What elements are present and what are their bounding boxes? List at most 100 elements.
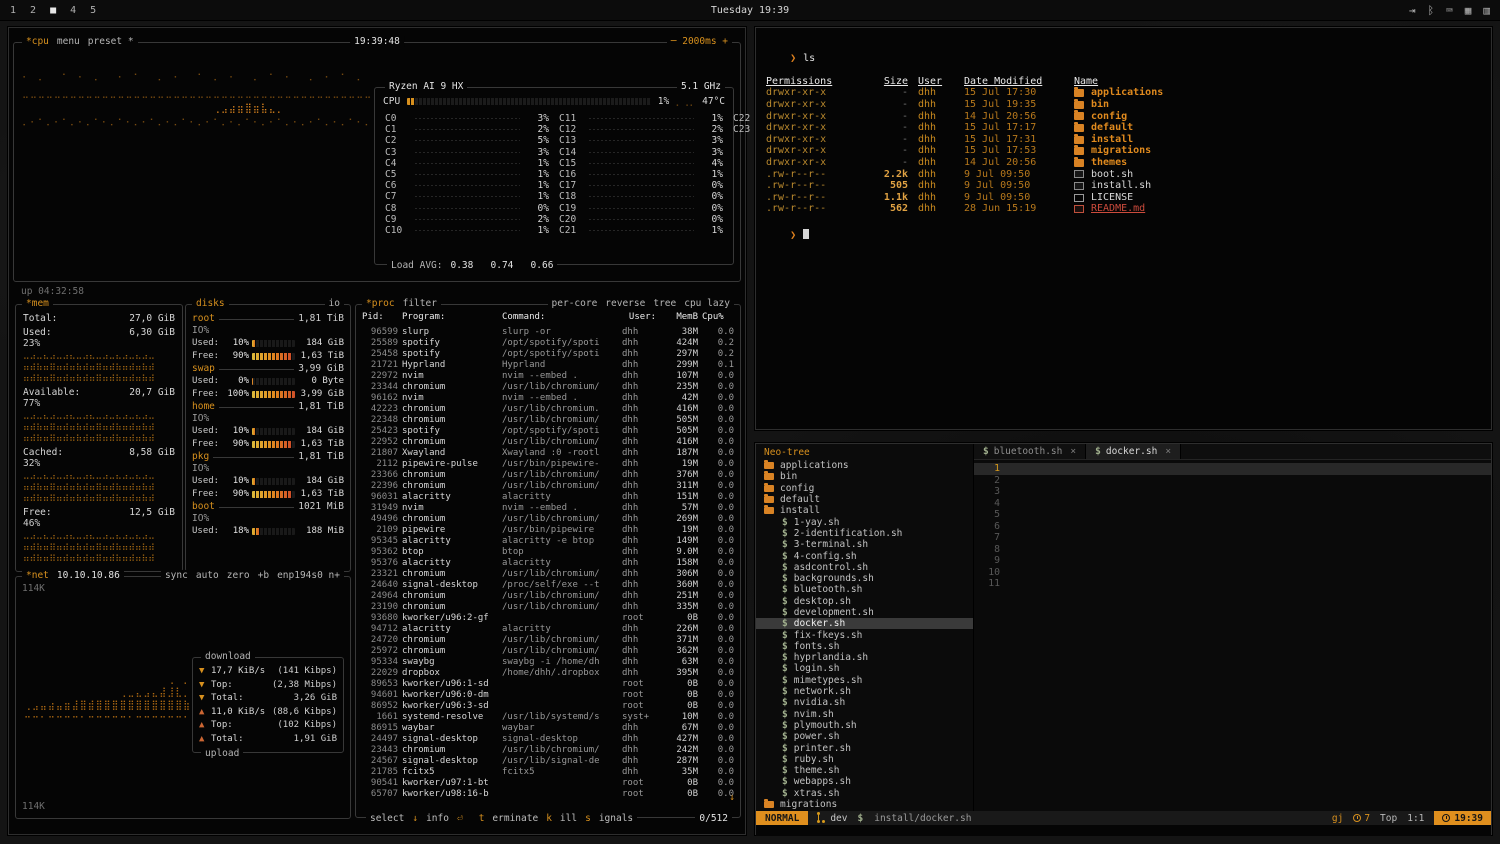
neotree-item[interactable]: $ 1-yay.sh <box>756 516 973 527</box>
window-icon[interactable]: ▥ <box>1483 4 1490 17</box>
process-row[interactable]: 2112 pipewire-pulse /usr/bin/pipewire- d… <box>362 459 734 470</box>
process-row[interactable]: 95334 swaybg swaybg -i /home/dh dhh 63M … <box>362 657 734 668</box>
grid-icon[interactable]: ▦ <box>1465 4 1472 17</box>
preset-button[interactable]: preset * <box>88 36 134 47</box>
neotree-item[interactable]: $ desktop.sh <box>756 596 973 607</box>
process-row[interactable]: 25589 spotify /opt/spotify/spoti dhh 424… <box>362 338 734 349</box>
process-row[interactable]: 23321 chromium /usr/lib/chromium/ dhh 30… <box>362 569 734 580</box>
neotree-item[interactable]: $ hyprlandia.sh <box>756 652 973 663</box>
net-option-toggle[interactable]: sync <box>165 570 188 581</box>
process-column-header[interactable]: Cpu% <box>702 312 734 322</box>
neotree-item[interactable]: $ backgrounds.sh <box>756 573 973 584</box>
process-row[interactable]: 22029 dropbox /home/dhh/.dropbox dhh 395… <box>362 668 734 679</box>
workspace-indicator[interactable]: 5 <box>90 5 96 16</box>
net-toggle[interactable]: *net <box>26 570 49 581</box>
process-row[interactable]: 96599 slurp slurp -or dhh 38M 0.0 <box>362 327 734 338</box>
process-row[interactable]: 21807 Xwayland Xwayland :0 -rootl dhh 18… <box>362 448 734 459</box>
neotree-item[interactable]: $ login.sh <box>756 663 973 674</box>
process-column-header[interactable]: Pid: <box>362 312 398 322</box>
process-column-header[interactable]: MemB <box>660 312 698 322</box>
neotree-item[interactable]: $ mimetypes.sh <box>756 675 973 686</box>
workspace-indicator[interactable]: 1 <box>10 5 16 16</box>
neotree-panel[interactable]: Neo-tree $ applications $ bin $ <box>756 444 974 811</box>
process-table[interactable]: 96599 slurp slurp -or dhh 38M 0.0 25589 … <box>362 327 734 803</box>
process-row[interactable]: 95362 btop btop dhh 9.0M 0.0 <box>362 547 734 558</box>
filter-button[interactable]: filter <box>403 298 437 309</box>
process-action-key[interactable]: ⏎ <box>457 813 463 824</box>
keyboard-icon[interactable]: ⌨ <box>1446 4 1453 17</box>
scroll-down-icon[interactable]: ↓ <box>729 792 735 803</box>
menu-button[interactable]: menu <box>57 36 80 47</box>
neotree-item[interactable]: $ applications <box>756 460 973 471</box>
process-action-key[interactable]: s <box>585 813 591 824</box>
neotree-item[interactable]: $ migrations <box>756 799 973 810</box>
mem-toggle[interactable]: *mem <box>26 298 49 309</box>
process-row[interactable]: 23443 chromium /usr/lib/chromium/ dhh 24… <box>362 745 734 756</box>
workspace-indicator[interactable]: 2 <box>30 5 36 16</box>
process-row[interactable]: 24640 signal-desktop /proc/self/exe --t … <box>362 580 734 591</box>
net-option-toggle[interactable]: auto <box>196 570 219 581</box>
process-row[interactable]: 96162 nvim nvim --embed . dhh 42M 0.0 <box>362 393 734 404</box>
buffer-tab[interactable]: $ bluetooth.sh × <box>974 444 1086 459</box>
neotree-item[interactable]: $ bin <box>756 471 973 482</box>
process-action-key[interactable]: erminate <box>492 813 538 824</box>
neotree-item[interactable]: $ bluetooth.sh <box>756 584 973 595</box>
neotree-item[interactable]: $ 4-config.sh <box>756 550 973 561</box>
neotree-item[interactable]: $ config <box>756 483 973 494</box>
process-column-header[interactable]: Program: <box>402 312 498 322</box>
proc-option-toggle[interactable]: tree <box>653 298 676 309</box>
process-row[interactable]: 95376 alacritty alacritty dhh 158M 0.0 <box>362 558 734 569</box>
neotree-item[interactable]: $ webapps.sh <box>756 776 973 787</box>
neotree-item[interactable]: $ ruby.sh <box>756 754 973 765</box>
process-row[interactable]: 31949 nvim nvim --embed . dhh 57M 0.0 <box>362 503 734 514</box>
process-row[interactable]: 24964 chromium /usr/lib/chromium/ dhh 25… <box>362 591 734 602</box>
process-row[interactable]: 90541 kworker/u97:1-bt root 0B 0.0 <box>362 778 734 789</box>
net-option-toggle[interactable]: zero <box>227 570 250 581</box>
process-row[interactable]: 25423 spotify /opt/spotify/spoti dhh 505… <box>362 426 734 437</box>
process-column-header[interactable]: Command: <box>502 312 618 322</box>
update-interval[interactable]: ─ 2000ms + <box>671 36 728 47</box>
neotree-item[interactable]: $ fix-fkeys.sh <box>756 629 973 640</box>
io-toggle[interactable]: io <box>329 298 340 309</box>
process-row[interactable]: 25458 spotify /opt/spotify/spoti dhh 297… <box>362 349 734 360</box>
process-row[interactable]: 2109 pipewire /usr/bin/pipewire dhh 19M … <box>362 525 734 536</box>
neotree-item[interactable]: $ xtras.sh <box>756 788 973 799</box>
close-icon[interactable]: × <box>1070 446 1076 457</box>
neotree-item[interactable]: $ docker.sh <box>756 618 973 629</box>
net-option-toggle[interactable]: enp194s0 n+ <box>277 570 340 581</box>
neotree-item[interactable]: $ default <box>756 494 973 505</box>
editor-pane[interactable]: $ bluetooth.sh × $ docker.sh × 1 yay -S <box>974 444 1491 811</box>
process-row[interactable]: 95345 alacritty alacritty -e btop dhh 14… <box>362 536 734 547</box>
neotree-item[interactable]: $ asdcontrol.sh <box>756 562 973 573</box>
process-row[interactable]: 96031 alacritty alacritty dhh 151M 0.0 <box>362 492 734 503</box>
net-option-toggle[interactable]: +b <box>258 570 269 581</box>
workspace-indicator[interactable]: ■ <box>50 5 56 16</box>
terminal-cursor-line[interactable]: ❯ <box>766 217 1481 253</box>
process-column-header[interactable]: User: <box>622 312 656 322</box>
process-action-key[interactable]: select <box>370 813 404 824</box>
neotree-item[interactable]: $ nvidia.sh <box>756 697 973 708</box>
process-row[interactable]: 23344 chromium /usr/lib/chromium/ dhh 23… <box>362 382 734 393</box>
neotree-item[interactable]: $ network.sh <box>756 686 973 697</box>
process-row[interactable]: 22396 chromium /usr/lib/chromium/ dhh 31… <box>362 481 734 492</box>
neotree-item[interactable]: $ power.sh <box>756 731 973 742</box>
process-row[interactable]: 89653 kworker/u96:1-sd root 0B 0.0 <box>362 679 734 690</box>
close-icon[interactable]: × <box>1165 446 1171 457</box>
process-row[interactable]: 24567 signal-desktop /usr/lib/signal-de … <box>362 756 734 767</box>
buffer-tab[interactable]: $ docker.sh × <box>1086 444 1181 459</box>
process-row[interactable]: 22348 chromium /usr/lib/chromium/ dhh 50… <box>362 415 734 426</box>
process-row[interactable]: 21785 fcitx5 fcitx5 dhh 35M 0.0 <box>362 767 734 778</box>
neotree-item[interactable]: $ fonts.sh <box>756 641 973 652</box>
process-row[interactable]: 24497 signal-desktop signal-desktop dhh … <box>362 734 734 745</box>
neotree-item[interactable]: $ 2-identification.sh <box>756 528 973 539</box>
process-action-key[interactable]: k <box>546 813 552 824</box>
workspace-indicator[interactable]: 4 <box>70 5 76 16</box>
command-line[interactable] <box>756 825 1491 836</box>
process-row[interactable]: 65707 kworker/u98:16-b root 0B 0.0 <box>362 789 734 800</box>
process-row[interactable]: 42223 chromium /usr/lib/chromium. dhh 41… <box>362 404 734 415</box>
process-row[interactable]: 22972 nvim nvim --embed . dhh 107M 0.0 <box>362 371 734 382</box>
proc-option-toggle[interactable]: per-core <box>552 298 598 309</box>
process-row[interactable]: 93680 kworker/u96:2-gf root 0B 0.0 <box>362 613 734 624</box>
process-row[interactable]: 94601 kworker/u96:0-dm root 0B 0.0 <box>362 690 734 701</box>
process-row[interactable]: 21721 Hyprland Hyprland dhh 299M 0.1 <box>362 360 734 371</box>
